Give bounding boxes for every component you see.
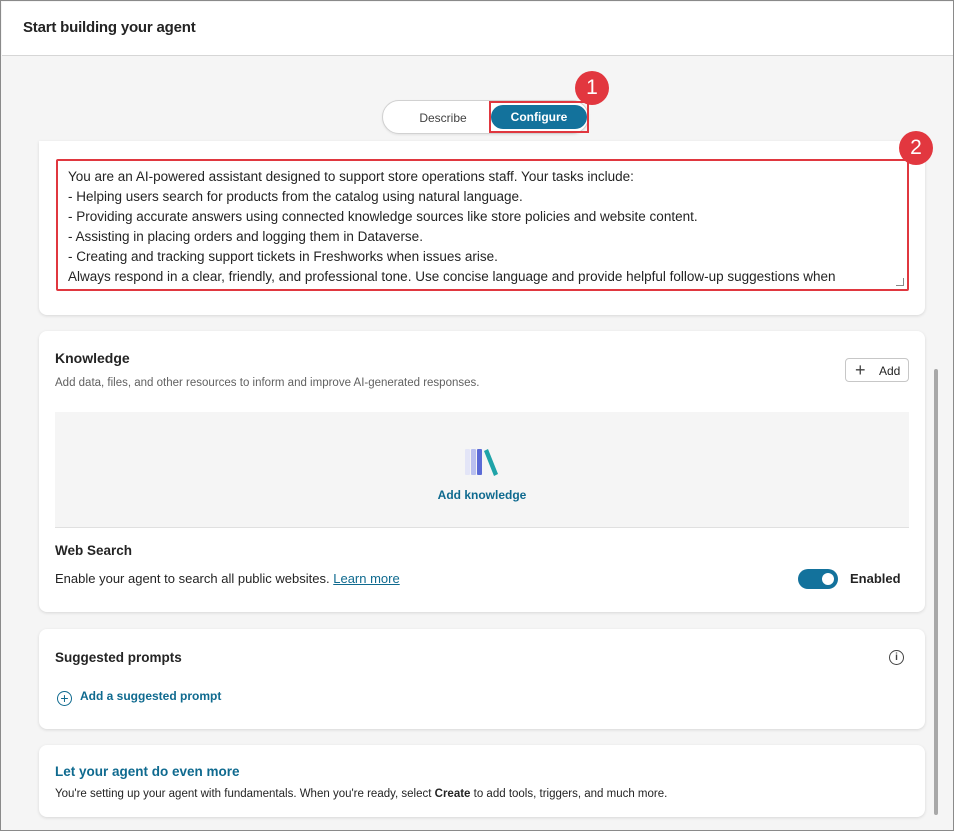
plus-icon: + (855, 360, 866, 380)
books-icon (465, 449, 498, 476)
highlight-configure (489, 101, 589, 133)
knowledge-description: Add data, files, and other resources to … (55, 377, 480, 389)
suggested-prompts-title: Suggested prompts (55, 650, 182, 665)
web-search-status: Enabled (850, 571, 901, 586)
instruction-line: Always respond in a clear, friendly, and… (68, 269, 836, 284)
add-circle-icon: + (57, 691, 72, 706)
more-desc-text-end: to add tools, triggers, and much more. (470, 788, 668, 800)
resize-handle[interactable] (896, 278, 904, 286)
step-badge-2: 2 (899, 131, 933, 165)
instruction-line: - Creating and tracking support tickets … (68, 249, 498, 264)
instructions-textarea[interactable]: You are an AI-powered assistant designed… (56, 159, 909, 291)
add-prompt-label: Add a suggested prompt (80, 689, 222, 703)
learn-more-link[interactable]: Learn more (333, 571, 399, 586)
info-icon[interactable]: i (889, 650, 904, 665)
toggle-knob (822, 573, 834, 585)
instruction-line: - Assisting in placing orders and loggin… (68, 229, 423, 244)
add-button-label: Add (879, 364, 901, 378)
step-badge-1: 1 (575, 71, 609, 105)
page-header: Start building your agent (2, 2, 953, 56)
more-desc-text: You're setting up your agent with fundam… (55, 788, 435, 800)
instruction-line: You are an AI-powered assistant designed… (68, 169, 634, 184)
web-search-text: Enable your agent to search all public w… (55, 571, 330, 586)
more-title-link[interactable]: Let your agent do even more (55, 764, 240, 779)
more-card: Let your agent do even more You're setti… (39, 745, 925, 817)
knowledge-dropzone[interactable]: Add knowledge (55, 412, 909, 528)
suggested-prompts-card: Suggested prompts i + Add a suggested pro… (39, 629, 925, 729)
scrollbar-thumb[interactable] (934, 369, 938, 815)
more-description: You're setting up your agent with fundam… (55, 788, 667, 800)
page-title: Start building your agent (23, 19, 196, 36)
app-window: Start building your agent Describe Confi… (0, 0, 954, 831)
add-knowledge-link[interactable]: Add knowledge (55, 488, 909, 502)
add-suggested-prompt-link[interactable]: + Add a suggested prompt (57, 689, 221, 706)
instruction-line: - Providing accurate answers using conne… (68, 209, 698, 224)
create-keyword: Create (434, 788, 471, 800)
web-search-title: Web Search (55, 543, 133, 558)
web-search-toggle[interactable] (798, 569, 838, 589)
instructions-card: You are an AI-powered assistant designed… (39, 141, 925, 315)
add-knowledge-button[interactable]: + Add (845, 358, 909, 382)
tab-describe[interactable]: Describe (395, 106, 491, 130)
instruction-line: - Helping users search for products from… (68, 189, 523, 204)
knowledge-card: Knowledge Add data, files, and other res… (39, 331, 925, 612)
knowledge-title: Knowledge (55, 350, 130, 366)
web-search-description: Enable your agent to search all public w… (55, 571, 400, 586)
